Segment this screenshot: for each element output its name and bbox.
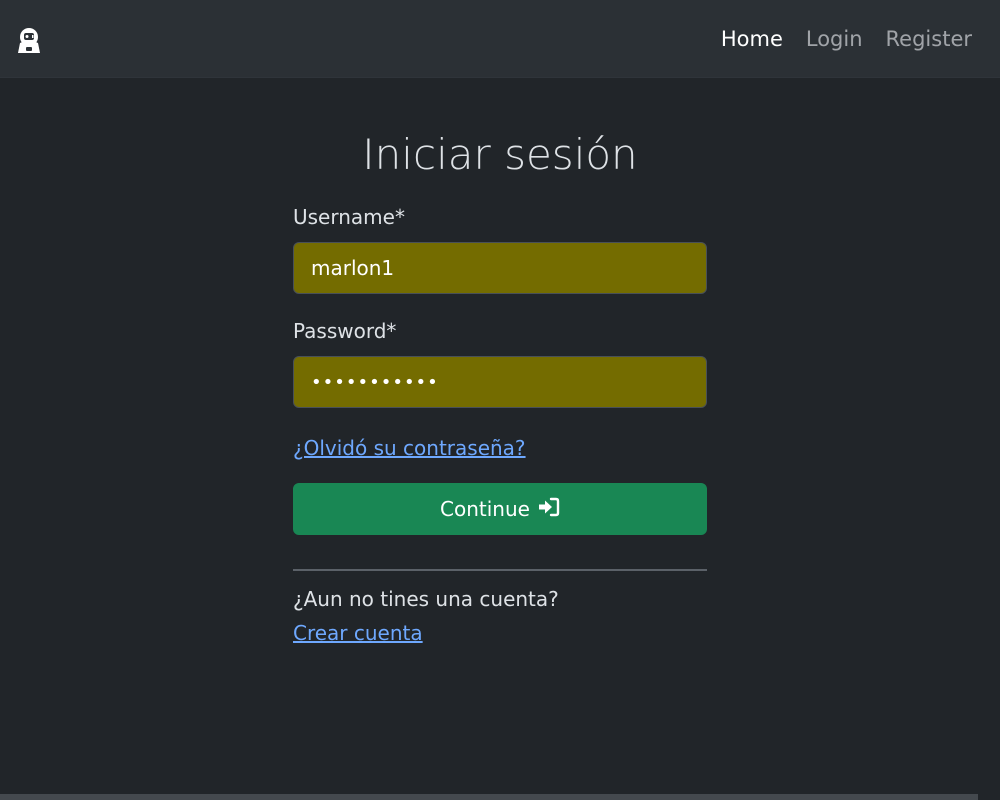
nav-links: Home Login Register [721, 26, 972, 52]
sign-in-icon [538, 497, 560, 522]
create-account-link[interactable]: Crear cuenta [293, 620, 423, 646]
continue-button[interactable]: Continue [293, 483, 707, 535]
continue-button-label: Continue [440, 497, 530, 521]
forgot-password-link[interactable]: ¿Olvidó su contraseña? [293, 435, 526, 461]
divider [293, 569, 707, 571]
navbar: Home Login Register [0, 0, 1000, 78]
horizontal-scrollbar[interactable] [0, 794, 978, 800]
username-input[interactable] [293, 242, 707, 294]
nav-home-link[interactable]: Home [721, 26, 783, 52]
nav-register-link[interactable]: Register [886, 26, 972, 52]
password-label: Password* [293, 319, 397, 343]
page-title: Iniciar sesión [362, 130, 638, 179]
username-label: Username* [293, 205, 405, 229]
password-input[interactable] [293, 356, 707, 408]
astronaut-logo-icon[interactable] [16, 26, 42, 54]
no-account-text: ¿Aun no tines una cuenta? [293, 587, 559, 611]
nav-login-link[interactable]: Login [806, 26, 863, 52]
login-form: Iniciar sesión Username* Password* ¿Olvi… [293, 78, 707, 646]
